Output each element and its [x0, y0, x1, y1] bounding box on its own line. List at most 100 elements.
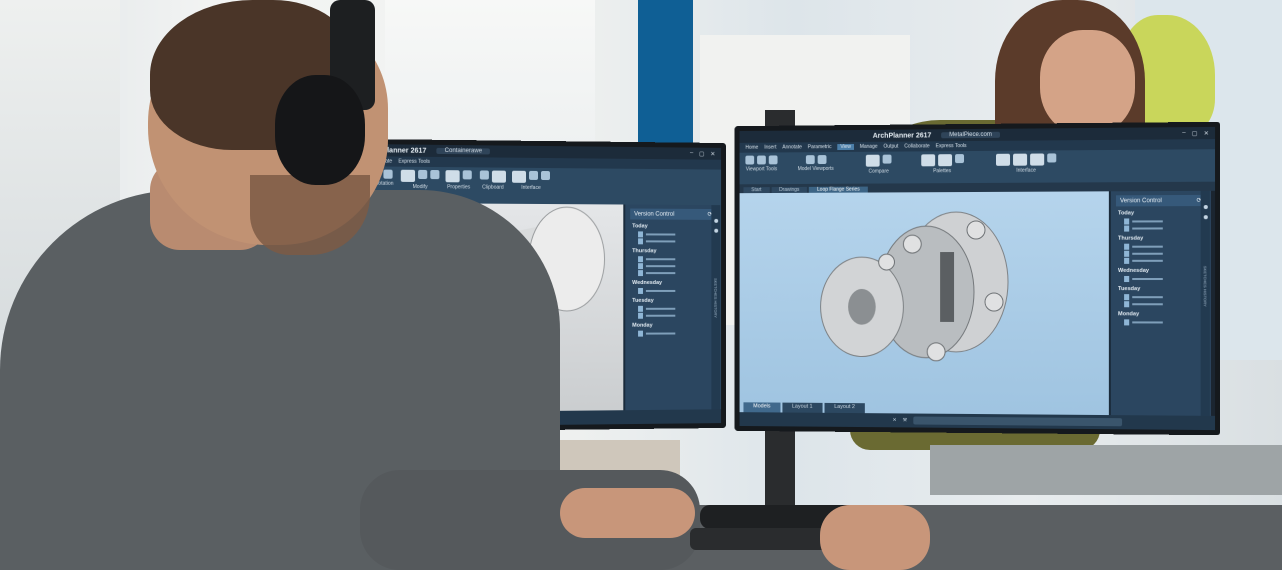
ribbon-group[interactable]: Compare: [854, 155, 903, 175]
flange-coupling-model: [740, 191, 1109, 403]
menu-item[interactable]: Annotate: [782, 144, 802, 150]
version-entry[interactable]: [1124, 301, 1206, 307]
day-heading: Monday: [1118, 311, 1206, 317]
keyboard: [690, 528, 830, 550]
layout-tab[interactable]: Layout 2: [824, 403, 864, 413]
man-hand-pen: [820, 505, 930, 570]
day-heading: Today: [1118, 210, 1206, 216]
ribbon-group[interactable]: Clipboard: [478, 170, 508, 190]
day-heading: Thursday: [1118, 235, 1206, 241]
version-entry[interactable]: [638, 238, 716, 244]
document-tab[interactable]: MetalPiece.com: [941, 132, 1000, 138]
version-entry[interactable]: [638, 313, 716, 319]
day-heading: Wednesday: [1118, 268, 1206, 274]
day-heading: Monday: [632, 322, 716, 328]
tool-icon: [492, 171, 506, 183]
version-entry[interactable]: [638, 263, 716, 269]
version-entry[interactable]: [638, 231, 716, 237]
ribbon-group-label: Palettes: [933, 168, 951, 174]
man-hand: [560, 488, 695, 538]
panel-side-strip: SKETCHES HISTORY: [711, 205, 720, 423]
panel-header: Version Control ⟳: [1116, 195, 1206, 207]
file-icon: [1124, 319, 1129, 325]
search-icon[interactable]: [714, 229, 718, 233]
tool-icon: [866, 155, 880, 167]
tool-icon: [817, 155, 826, 164]
menu-item[interactable]: Express Tools: [398, 159, 430, 165]
ribbon-group[interactable]: Modify: [401, 170, 440, 191]
ribbon-group-label: Interface: [1016, 168, 1036, 174]
ribbon-group-label: Interface: [521, 185, 540, 191]
file-icon: [638, 270, 643, 276]
day-heading: Tuesday: [632, 298, 716, 304]
tool-icon: [938, 154, 952, 166]
ribbon-group[interactable]: Viewport Tools: [745, 155, 777, 172]
panel-side-strip: SKETCHES HISTORY: [1201, 191, 1210, 430]
menu-item[interactable]: Insert: [764, 145, 776, 151]
version-entry[interactable]: [638, 270, 716, 276]
version-entry[interactable]: [1124, 225, 1206, 231]
menu-item[interactable]: Home: [745, 145, 758, 151]
ribbon-group-label: Viewport Tools: [746, 166, 778, 172]
version-entry[interactable]: [638, 306, 716, 312]
version-entry[interactable]: [1124, 244, 1206, 250]
menu-item[interactable]: View: [837, 144, 853, 150]
version-entry[interactable]: [1124, 319, 1206, 325]
day-heading: Wednesday: [632, 280, 716, 286]
close-icon[interactable]: ✕: [893, 417, 897, 423]
menu-item[interactable]: Manage: [860, 144, 878, 150]
cube-icon: [757, 156, 766, 165]
wrench-icon[interactable]: ⚒: [903, 417, 907, 423]
version-entry[interactable]: [1124, 258, 1206, 264]
day-heading: Tuesday: [1118, 286, 1206, 292]
panel-side-label: SKETCHES HISTORY: [1203, 266, 1208, 307]
ribbon-group[interactable]: Model Viewports: [781, 155, 850, 172]
version-entry[interactable]: [638, 256, 716, 262]
ribbon-group[interactable]: Interface: [512, 171, 550, 191]
version-entry[interactable]: [1124, 251, 1206, 257]
tool-icon: [383, 170, 392, 179]
file-icon: [638, 288, 643, 294]
settings-icon[interactable]: [1203, 205, 1207, 209]
layout-tab[interactable]: Models: [743, 402, 780, 412]
version-entry[interactable]: [1124, 276, 1206, 282]
ribbon-group[interactable]: Properties: [443, 170, 473, 190]
ribbon-group[interactable]: Palettes: [907, 154, 977, 174]
file-icon: [1124, 301, 1129, 307]
menu-item[interactable]: Express Tools: [936, 143, 967, 149]
window-controls[interactable]: – ▢ ✕: [690, 150, 715, 157]
file-icon: [638, 263, 643, 269]
ribbon-group[interactable]: Interface: [981, 153, 1071, 174]
day-heading: Today: [632, 223, 716, 229]
window-controls[interactable]: – ▢ ✕: [1182, 129, 1209, 136]
version-control-panel: Version Control ⟳ Today Thursday Wednesd…: [1109, 191, 1211, 430]
file-icon: [638, 231, 643, 237]
tool-icon: [1047, 153, 1056, 162]
menu-item[interactable]: Collaborate: [904, 143, 929, 149]
version-entry[interactable]: [638, 330, 716, 336]
right-monitor: ArchPlanner 2617 MetalPiece.com – ▢ ✕ Home…: [735, 122, 1220, 435]
menu-item[interactable]: Parametric: [808, 144, 832, 150]
settings-icon[interactable]: [714, 219, 718, 223]
tool-icon: [512, 171, 526, 183]
side-desk: [930, 445, 1282, 495]
woman-face: [1040, 30, 1135, 135]
layout-tab[interactable]: Layout 1: [782, 403, 822, 413]
tool-icon: [955, 154, 964, 163]
tool-icon: [921, 154, 935, 166]
version-entry[interactable]: [1124, 294, 1206, 300]
file-icon: [638, 313, 643, 319]
tool-icon: [541, 171, 550, 180]
model-viewport[interactable]: [740, 191, 1109, 429]
version-entry[interactable]: [1124, 218, 1206, 224]
file-icon: [1124, 258, 1129, 264]
search-icon[interactable]: [1203, 215, 1207, 219]
ribbon-group-label: Clipboard: [482, 185, 504, 191]
menu-item[interactable]: Output: [884, 144, 899, 150]
document-tab[interactable]: Containerawe: [437, 148, 491, 155]
version-entry[interactable]: [638, 288, 716, 294]
day-heading: Thursday: [632, 248, 716, 254]
panel-title: Version Control: [634, 211, 674, 217]
ribbon-group-label: Model Viewports: [798, 166, 834, 172]
command-input[interactable]: [913, 417, 1123, 427]
